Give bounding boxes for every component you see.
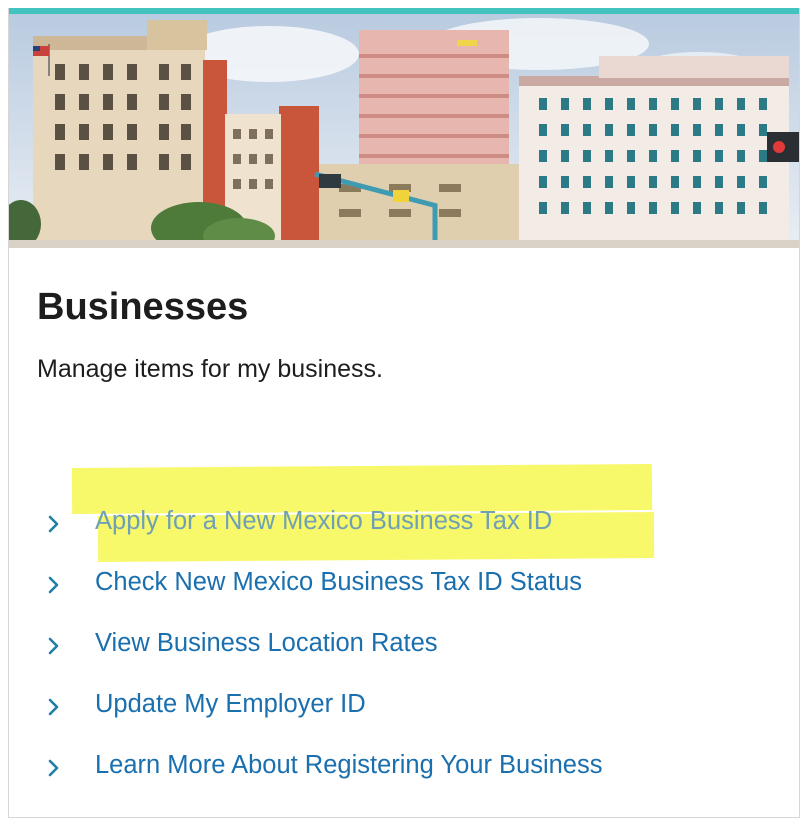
update-employer-id-link[interactable]: Update My Employer ID [95, 690, 366, 719]
page-title: Businesses [37, 286, 249, 328]
list-item: View Business Location Rates [44, 613, 603, 674]
list-item: Learn More About Registering Your Busine… [44, 735, 603, 796]
chevron-right-icon [44, 636, 64, 656]
check-tax-id-status-link[interactable]: Check New Mexico Business Tax ID Status [95, 568, 582, 597]
chevron-right-icon [44, 758, 64, 778]
chevron-right-icon [44, 697, 64, 717]
page-subtitle: Manage items for my business. [37, 355, 383, 383]
chevron-right-icon [44, 514, 64, 534]
business-links-list: Apply for a New Mexico Business Tax ID C… [44, 491, 603, 796]
banner-image [9, 14, 799, 248]
apply-tax-id-link[interactable]: Apply for a New Mexico Business Tax ID [95, 507, 552, 536]
chevron-right-icon [44, 575, 64, 595]
list-item: Apply for a New Mexico Business Tax ID [44, 491, 603, 552]
view-location-rates-link[interactable]: View Business Location Rates [95, 629, 438, 658]
learn-more-registering-link[interactable]: Learn More About Registering Your Busine… [95, 751, 603, 780]
list-item: Check New Mexico Business Tax ID Status [44, 552, 603, 613]
list-item: Update My Employer ID [44, 674, 603, 735]
city-skyline-image [9, 14, 799, 248]
